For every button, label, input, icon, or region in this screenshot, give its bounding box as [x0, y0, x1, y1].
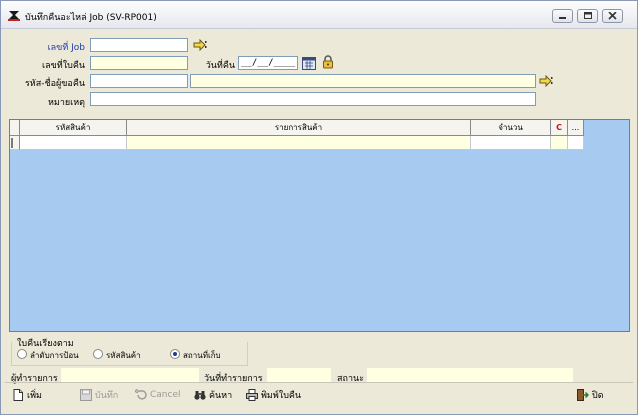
close-button[interactable]: ปิด [577, 387, 604, 403]
sort-location-radio[interactable] [170, 349, 180, 359]
maximize-button[interactable] [577, 9, 598, 23]
cell-product-name [127, 136, 471, 150]
add-button[interactable]: เพิ่ม [12, 387, 42, 403]
job-label: เลขที่ Job [47, 43, 85, 53]
close-window-button[interactable] [602, 9, 623, 23]
cell-product-code[interactable] [20, 136, 127, 150]
return-date-label: วันที่คืน [205, 61, 235, 71]
col-product-name[interactable]: รายการสินค้า [127, 120, 471, 136]
return-date-input[interactable]: __/__/____ [238, 56, 298, 70]
lookup-job-icon[interactable] [193, 39, 207, 51]
sort-entry-order-label[interactable]: ลำดับการป้อน [30, 349, 79, 362]
col-product-code[interactable]: รหัสสินค้า [20, 120, 127, 136]
row-indicator [10, 136, 20, 150]
print-label: พิมพ์ใบคืน [261, 391, 302, 401]
cell-more[interactable] [568, 136, 584, 150]
col-more[interactable]: ... [568, 120, 584, 136]
printer-icon [246, 389, 258, 401]
returner-name-field [190, 74, 536, 88]
returner-label: รหัส-ชื่อผู้ขอคืน [24, 79, 85, 89]
title-bar: บันทึกคืนอะไหล่ Job (SV-RP001) [1, 1, 637, 29]
close-label: ปิด [592, 391, 604, 401]
maximize-icon [584, 12, 592, 19]
calendar-icon[interactable] [302, 56, 316, 70]
add-label: เพิ่ม [27, 391, 42, 401]
sort-product-code-label[interactable]: รหัสสินค้า [106, 349, 141, 362]
cancel-button[interactable]: Cancel [135, 387, 181, 403]
sort-location-label[interactable]: สถานที่เก็บ [183, 349, 221, 362]
save-label: บันทึก [95, 391, 119, 401]
print-button[interactable]: พิมพ์ใบคืน [246, 387, 301, 403]
binoculars-icon [194, 391, 206, 400]
items-grid[interactable]: รหัสสินค้า รายการสินค้า จำนวน C ... [9, 119, 630, 332]
return-no-label: เลขที่ใบคืน [42, 61, 85, 71]
sort-entry-order-radio[interactable] [17, 349, 27, 359]
undo-icon [135, 389, 147, 400]
minimize-icon [559, 17, 566, 19]
job-input[interactable] [90, 38, 188, 52]
row-indicator-header [10, 120, 20, 136]
new-document-icon [13, 389, 23, 401]
close-icon [608, 12, 617, 20]
window-title: บันทึกคืนอะไหล่ Job (SV-RP001) [25, 13, 157, 23]
cell-c [551, 136, 568, 150]
return-no-field [90, 56, 188, 70]
remark-input[interactable] [90, 92, 536, 106]
row-pointer-icon [11, 138, 13, 148]
trans-date-field [267, 368, 331, 382]
cancel-label: Cancel [150, 390, 181, 400]
lock-icon[interactable] [322, 55, 334, 69]
app-logo-icon [8, 11, 20, 21]
remark-label: หมายเหตุ [47, 98, 85, 108]
sort-product-code-radio[interactable] [93, 349, 103, 359]
save-button[interactable]: บันทึก [80, 387, 118, 403]
returner-code-input[interactable] [90, 74, 188, 88]
search-label: ค้นหา [209, 391, 233, 401]
main-window: บันทึกคืนอะไหล่ Job (SV-RP001) เลขที่ Jo… [0, 0, 638, 415]
state-field [367, 368, 573, 382]
exit-door-icon [577, 389, 589, 401]
lookup-returner-icon[interactable] [539, 75, 553, 87]
col-c[interactable]: C [551, 120, 568, 136]
user-field [61, 368, 199, 382]
save-disk-icon [80, 389, 92, 401]
cell-quantity[interactable] [471, 136, 551, 150]
search-button[interactable]: ค้นหา [194, 387, 232, 403]
toolbar-divider [5, 382, 633, 383]
col-quantity[interactable]: จำนวน [471, 120, 551, 136]
minimize-button[interactable] [552, 9, 573, 23]
